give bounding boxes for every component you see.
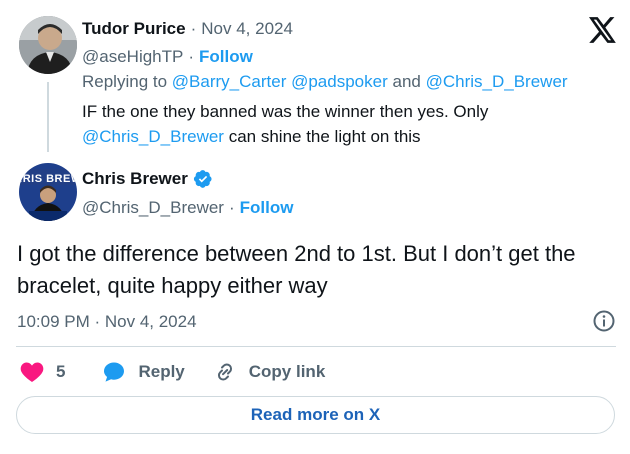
reply-tweet-text: IF the one they banned was the winner th…: [82, 100, 602, 149]
main-handle-row: @Chris_D_Brewer · Follow: [82, 196, 293, 220]
header-separator: ·: [190, 19, 197, 38]
reply-text-line1: IF the one they banned was the winner th…: [82, 102, 489, 121]
tweet-timestamp[interactable]: 10:09 PM · Nov 4, 2024: [17, 310, 197, 334]
main-follow-button[interactable]: Follow: [240, 196, 294, 220]
reply-author-name[interactable]: Tudor Purice: [82, 17, 186, 41]
heart-icon: [20, 361, 44, 383]
replying-to-line: Replying to @Barry_Carter @padspoker and…: [82, 70, 568, 94]
verified-badge-icon: [193, 169, 213, 189]
x-logo-icon[interactable]: [589, 17, 617, 43]
svg-text:HRIS BREW: HRIS BREW: [19, 173, 77, 185]
like-button[interactable]: 5: [20, 361, 65, 383]
main-tweet-text: I got the difference between 2nd to 1st.…: [17, 241, 576, 298]
actions-bar: 5 Reply Copy link: [20, 360, 325, 384]
main-handle-separator: ·: [228, 198, 235, 217]
reply-text-mention[interactable]: @Chris_D_Brewer: [82, 127, 224, 146]
mention-barry-carter[interactable]: @Barry_Carter: [172, 70, 287, 94]
chris-brewer-avatar[interactable]: HRIS BREW: [19, 163, 77, 221]
replying-to-label: Replying to: [82, 72, 168, 91]
reply-handle-row: @aseHighTP · Follow: [82, 45, 253, 69]
mention-chris-d-brewer[interactable]: @Chris_D_Brewer: [426, 70, 568, 94]
copy-link-label: Copy link: [248, 362, 326, 381]
copy-link-button[interactable]: Copy link: [213, 360, 326, 384]
reply-tweet-header: Tudor Purice · Nov 4, 2024: [82, 17, 293, 41]
link-icon: [213, 360, 237, 384]
mention-padspoker[interactable]: @padspoker: [291, 70, 388, 94]
reply-bubble-icon: [102, 360, 126, 384]
replying-to-and: and: [392, 72, 421, 91]
reply-text-line2: can shine the light on this: [228, 127, 421, 146]
like-count: 5: [56, 362, 66, 381]
main-author-name[interactable]: Chris Brewer: [82, 169, 188, 189]
reply-button[interactable]: Reply: [102, 360, 185, 384]
tudor-avatar[interactable]: [19, 16, 77, 74]
reply-date[interactable]: Nov 4, 2024: [201, 17, 293, 41]
read-more-button[interactable]: Read more on X: [16, 396, 615, 434]
actions-divider: [16, 346, 616, 347]
reply-label: Reply: [138, 362, 185, 381]
reply-handle[interactable]: @aseHighTP: [82, 45, 183, 69]
info-icon[interactable]: [592, 309, 616, 333]
main-handle[interactable]: @Chris_D_Brewer: [82, 196, 224, 220]
reply-follow-button[interactable]: Follow: [199, 45, 253, 69]
main-tweet-header: Chris Brewer: [82, 169, 213, 189]
handle-separator: ·: [188, 47, 195, 66]
thread-connector-line: [47, 82, 49, 152]
